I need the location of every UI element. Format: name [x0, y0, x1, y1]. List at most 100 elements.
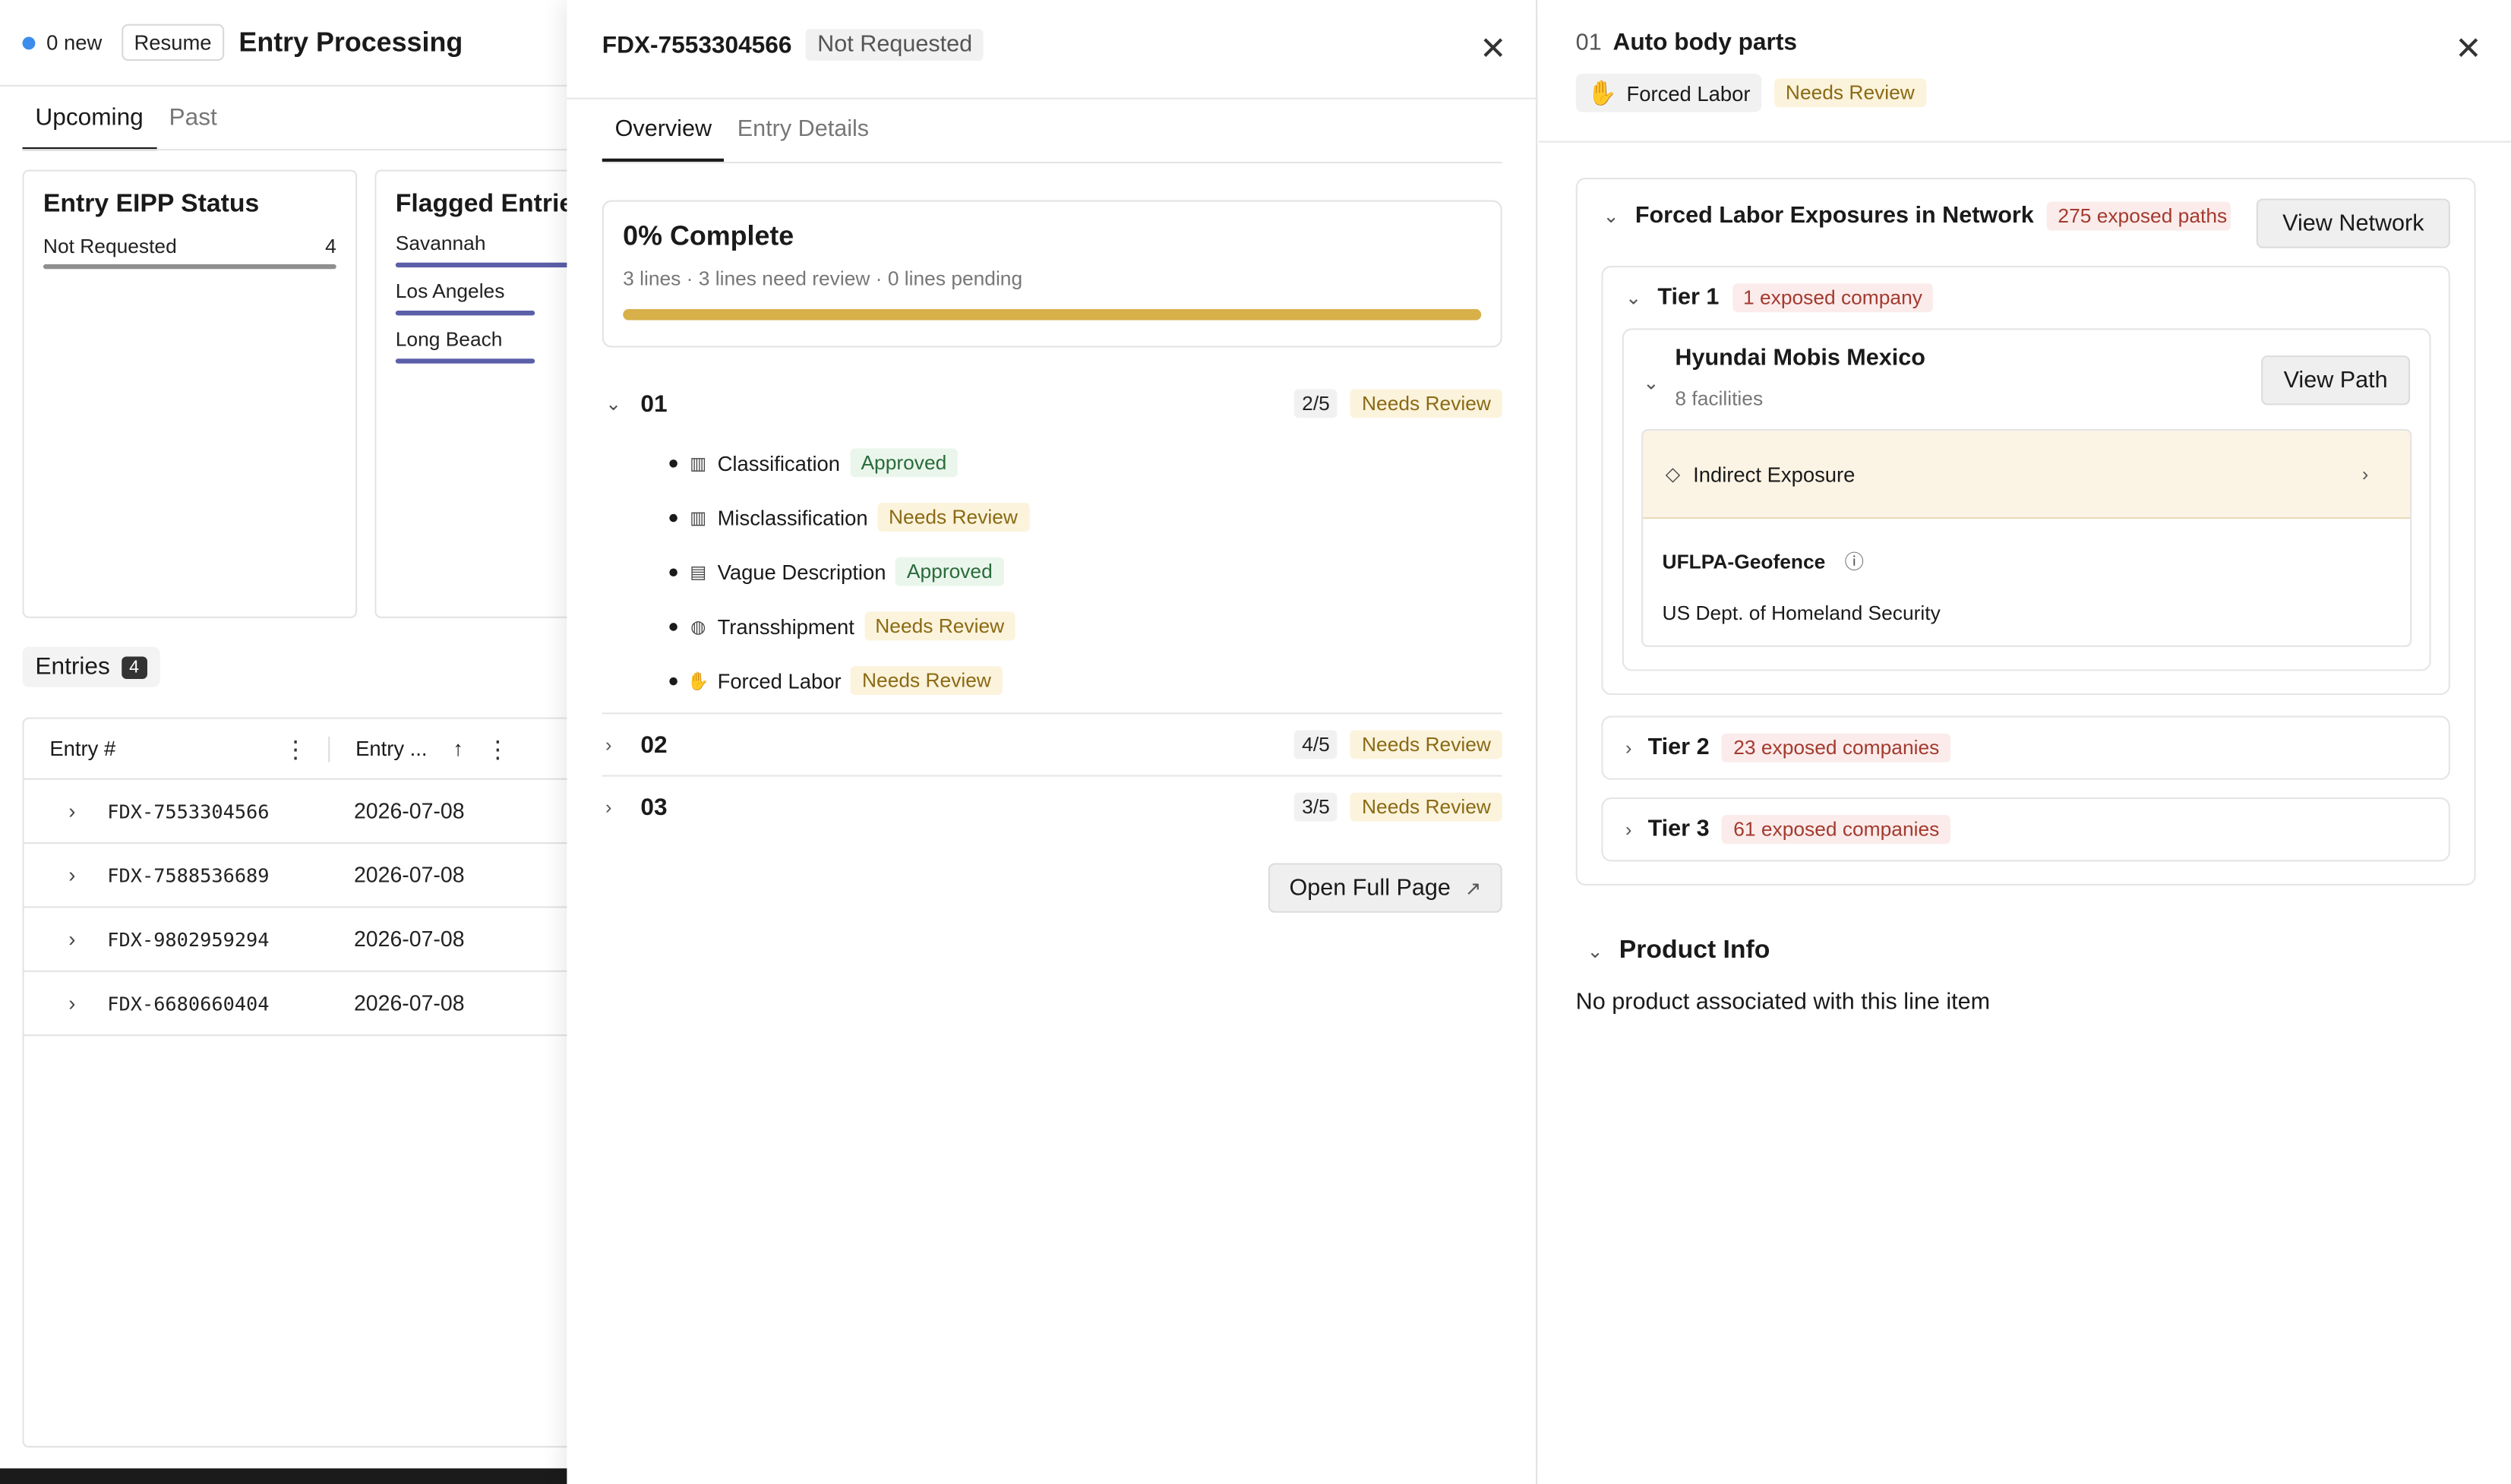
tier-2-section[interactable]: › Tier 2 23 exposed companies — [1601, 715, 2450, 780]
forced-labor-exposures-card: ⌄ Forced Labor Exposures in Network 275 … — [1575, 178, 2476, 886]
tier-3-section[interactable]: › Tier 3 61 exposed companies — [1601, 797, 2450, 862]
bullet — [669, 513, 677, 522]
table-row[interactable]: › FDX-7553304566 2026-07-08 — [24, 780, 598, 845]
close-icon[interactable]: ✕ — [2455, 29, 2481, 69]
table-row[interactable]: › FDX-9802959294 2026-07-08 — [24, 908, 598, 972]
chevron-down-icon[interactable]: ⌄ — [1587, 940, 1603, 963]
check-classification[interactable]: ▥ Classification Approved — [669, 435, 1028, 490]
detail-tabs: Overview Entry Details — [602, 112, 882, 162]
column-menu-icon[interactable]: ⋮ — [283, 734, 308, 763]
line-divider — [602, 775, 1502, 777]
exposure-type-label: Indirect Exposure — [1693, 462, 1856, 486]
sort-ascending-icon[interactable]: ↑ — [453, 737, 463, 761]
entry-date-cell: 2026-07-08 — [353, 991, 465, 1015]
entry-date-cell: 2026-07-08 — [353, 927, 465, 952]
line-item-header[interactable]: ⌄ 01 2/5 Needs Review — [602, 383, 1502, 425]
chevron-right-icon[interactable]: › — [2362, 463, 2368, 485]
chevron-right-icon[interactable]: › — [24, 799, 108, 823]
line-item-status-badge: Needs Review — [1774, 78, 1926, 108]
chevron-right-icon[interactable]: › — [24, 863, 108, 887]
tier-header[interactable]: › Tier 3 61 exposed companies — [1603, 799, 2449, 860]
globe-icon: ◍ — [690, 617, 706, 637]
line-item-03[interactable]: › 03 3/5 Needs Review — [602, 786, 1502, 828]
check-misclassification[interactable]: ▥ Misclassification Needs Review — [669, 490, 1029, 545]
chevron-right-icon[interactable]: › — [602, 796, 634, 819]
line-item-02[interactable]: › 02 4/5 Needs Review — [602, 724, 1502, 766]
view-network-button[interactable]: View Network — [2256, 198, 2450, 248]
geofence-title-row: UFLPA-Geofence ⓘ — [1663, 548, 2391, 575]
external-link-icon: ↗ — [1464, 876, 1482, 899]
eipp-stat-row[interactable]: Not Requested 4 — [43, 235, 336, 258]
header-divider — [1539, 141, 2511, 143]
open-full-page-button[interactable]: Open Full Page ↗ — [1268, 863, 1502, 913]
eipp-stat-bar — [43, 264, 336, 270]
check-transshipment[interactable]: ◍ Transshipment Needs Review — [669, 599, 1028, 654]
close-icon[interactable]: ✕ — [1480, 29, 1506, 69]
check-forced-labor[interactable]: ✋ Forced Labor Needs Review — [669, 653, 1028, 708]
line-item-header[interactable]: › 03 3/5 Needs Review — [602, 786, 1502, 828]
new-indicator-dot — [22, 36, 36, 49]
chevron-down-icon[interactable]: ⌄ — [1643, 371, 1659, 394]
view-path-button[interactable]: View Path — [2261, 355, 2411, 406]
tab-overview[interactable]: Overview — [602, 112, 725, 162]
progress-bar — [623, 308, 1482, 320]
chevron-down-icon[interactable]: ⌄ — [1603, 205, 1619, 228]
column-entry-number[interactable]: Entry # ⋮ — [24, 734, 329, 763]
forced-labor-tag: ✋ Forced Labor — [1575, 73, 1762, 112]
tier-label: Tier 3 — [1647, 816, 1710, 843]
chevron-right-icon[interactable]: › — [1625, 737, 1631, 759]
column-entry-date-label: Entry ... — [355, 736, 428, 761]
chevron-right-icon[interactable]: › — [24, 927, 108, 952]
column-menu-icon[interactable]: ⋮ — [485, 734, 510, 763]
chevron-down-icon[interactable]: ⌄ — [602, 393, 634, 415]
tier-header[interactable]: › Tier 2 23 exposed companies — [1603, 718, 2449, 778]
tab-past[interactable]: Past — [156, 96, 230, 151]
bullet — [669, 676, 677, 685]
entry-detail-header: FDX-7553304566 Not Requested — [602, 28, 984, 62]
line-progress-count: 2/5 — [1293, 389, 1338, 418]
table-row[interactable]: › FDX-6680660404 2026-07-08 — [24, 972, 598, 1037]
chevron-right-icon[interactable]: › — [24, 991, 108, 1015]
line-item-01[interactable]: ⌄ 01 2/5 Needs Review — [602, 383, 1502, 425]
flagged-bar-long-beach — [395, 358, 535, 364]
eipp-status-badge: Not Requested — [806, 28, 984, 62]
resume-button[interactable]: Resume — [121, 24, 225, 62]
line-number: 03 — [640, 793, 668, 821]
page-title: Entry Processing — [238, 26, 463, 57]
line-status-badge: Needs Review — [1350, 730, 1502, 759]
column-entry-date[interactable]: Entry ... ↑ ⋮ — [328, 734, 552, 763]
geofence-title: UFLPA-Geofence — [1662, 550, 1826, 573]
check-status-badge: Needs Review — [877, 503, 1029, 532]
top-bar: 0 new Resume Entry Processing — [0, 0, 577, 87]
table-row[interactable]: › FDX-7588536689 2026-07-08 — [24, 844, 598, 908]
entry-number-cell: FDX-6680660404 — [107, 992, 270, 1015]
chevron-right-icon[interactable]: › — [602, 734, 634, 756]
tier-exposed-badge: 61 exposed companies — [1722, 815, 1951, 845]
product-info-header[interactable]: ⌄ Product Info — [1587, 936, 1770, 965]
check-status-badge: Approved — [849, 448, 959, 478]
chevron-down-icon[interactable]: ⌄ — [1625, 286, 1641, 309]
check-vague-description[interactable]: ▤ Vague Description Approved — [669, 545, 1028, 599]
tabs-divider — [22, 149, 583, 151]
bullet — [669, 622, 677, 630]
tab-entry-details[interactable]: Entry Details — [725, 112, 882, 162]
tab-upcoming[interactable]: Upcoming — [22, 96, 156, 151]
chevron-right-icon[interactable]: › — [1625, 818, 1631, 841]
progress-card: 0% Complete 3 lines · 3 lines need revie… — [602, 200, 1502, 348]
check-label: Vague Description — [717, 559, 886, 584]
indirect-exposure-row[interactable]: ◇ Indirect Exposure › — [1643, 431, 2411, 519]
check-status-badge: Needs Review — [864, 611, 1015, 641]
flagged-bar-los-angeles — [395, 311, 535, 316]
tier-header[interactable]: ⌄ Tier 1 1 exposed company — [1603, 267, 2449, 328]
entries-header: Entries 4 — [22, 646, 160, 687]
entries-table: Entry # ⋮ Entry ... ↑ ⋮ › FDX-7553304566… — [22, 717, 599, 1448]
open-full-page-label: Open Full Page — [1289, 875, 1451, 901]
progress-title: 0% Complete — [623, 220, 794, 252]
column-entry-number-label: Entry # — [49, 736, 116, 761]
info-icon[interactable]: ⓘ — [1845, 548, 1864, 575]
exposure-detail: ◇ Indirect Exposure › UFLPA-Geofence ⓘ U… — [1641, 429, 2412, 647]
eipp-stat-count: 4 — [325, 235, 336, 258]
line-item-header[interactable]: › 02 4/5 Needs Review — [602, 724, 1502, 766]
line-item-panel: 01 Auto body parts ✕ ✋ Forced Labor Need… — [1539, 0, 2511, 1484]
check-status-badge: Approved — [895, 557, 1004, 586]
